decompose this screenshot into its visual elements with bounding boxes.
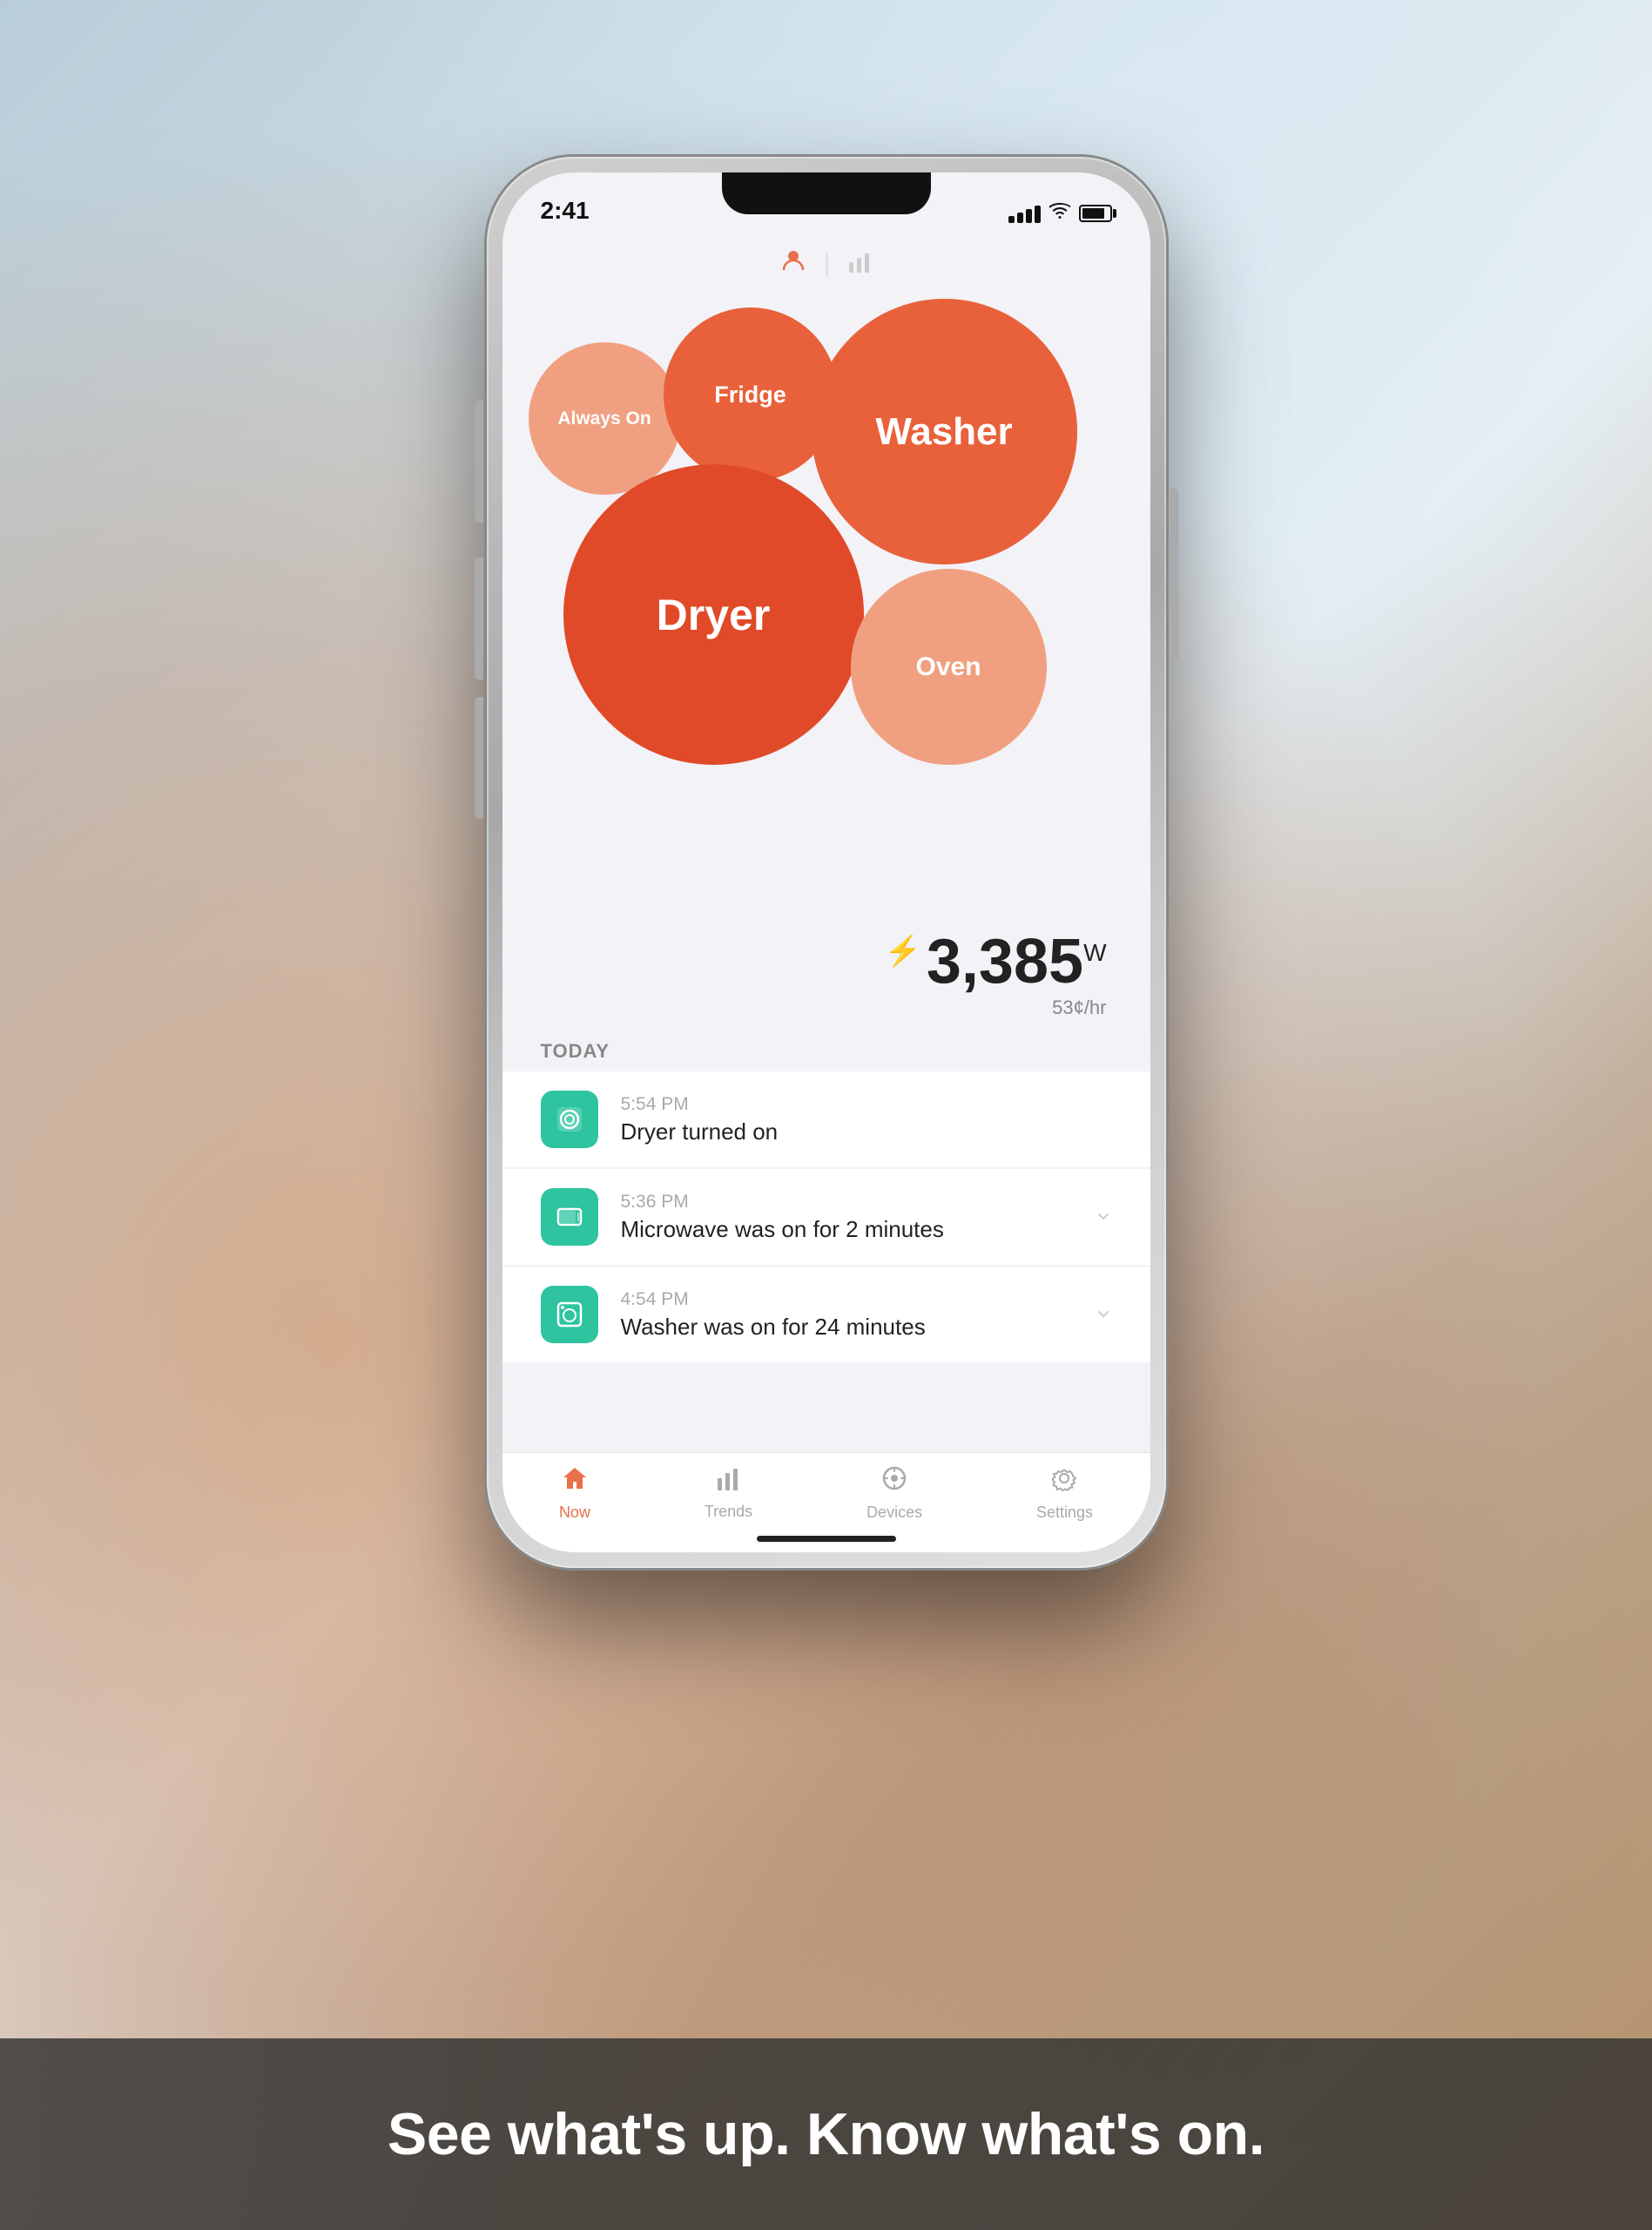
chevron-down-icon: [1095, 1203, 1112, 1231]
tab-settings-label: Settings: [1036, 1504, 1093, 1522]
phone-screen: 2:41: [502, 172, 1150, 1552]
power-number: 3,385W 53¢/hr: [927, 930, 1107, 1019]
event-time: 5:54 PM: [621, 1094, 1112, 1115]
battery-icon: [1079, 205, 1112, 222]
status-time: 2:41: [541, 197, 590, 225]
tab-trends-label: Trends: [705, 1503, 752, 1521]
settings-icon: [1051, 1465, 1077, 1498]
washer-bubble[interactable]: Washer: [812, 299, 1077, 564]
event-time: 4:54 PM: [621, 1289, 1072, 1310]
activity-content: 5:36 PM Microwave was on for 2 minutes: [621, 1192, 1072, 1243]
bottom-banner: See what's up. Know what's on.: [0, 2038, 1652, 2230]
always-on-bubble[interactable]: Always On: [529, 342, 681, 495]
tab-settings[interactable]: Settings: [1036, 1465, 1093, 1522]
status-icons: [1008, 202, 1112, 225]
activity-item[interactable]: 5:54 PM Dryer turned on: [502, 1071, 1150, 1167]
dryer-bubble[interactable]: Dryer: [563, 464, 864, 765]
event-time: 5:36 PM: [621, 1192, 1072, 1213]
power-cost-value: 53¢/hr: [927, 997, 1107, 1019]
power-reading: ⚡ 3,385W 53¢/hr: [885, 922, 1107, 1028]
app-header: |: [502, 233, 1150, 294]
devices-icon: [881, 1465, 907, 1498]
microwave-event-icon: [541, 1188, 598, 1246]
event-desc: Washer was on for 24 minutes: [621, 1314, 1072, 1341]
signal-icon: [1008, 204, 1041, 223]
tab-devices-label: Devices: [866, 1504, 922, 1522]
event-desc: Dryer turned on: [621, 1118, 1112, 1145]
header-divider: |: [824, 249, 831, 279]
phone-device: 2:41: [487, 157, 1166, 1568]
dryer-event-icon: [541, 1091, 598, 1148]
tab-now-label: Now: [559, 1504, 590, 1522]
chart-bars-icon: [847, 252, 872, 277]
tab-trends[interactable]: Trends: [705, 1465, 752, 1521]
tagline-text: See what's up. Know what's on.: [388, 2100, 1264, 2168]
home-icon: [561, 1465, 589, 1498]
chevron-down-icon: [1095, 1301, 1112, 1328]
power-watts-value: 3,385W: [927, 930, 1107, 993]
tab-devices[interactable]: Devices: [866, 1465, 922, 1522]
wifi-icon: [1049, 202, 1070, 225]
oven-bubble[interactable]: Oven: [851, 569, 1047, 765]
washer-event-icon: [541, 1286, 598, 1343]
activity-content: 4:54 PM Washer was on for 24 minutes: [621, 1289, 1072, 1341]
today-label: TODAY: [502, 1026, 1150, 1071]
activity-item[interactable]: 4:54 PM Washer was on for 24 minutes: [502, 1267, 1150, 1362]
activity-section: TODAY 5:54 PM Dryer turned on: [502, 1026, 1150, 1452]
person-icon: [780, 247, 806, 280]
phone-notch: [722, 172, 931, 214]
fridge-bubble[interactable]: Fridge: [664, 307, 838, 482]
power-bolt-icon: ⚡: [885, 934, 921, 969]
home-indicator: [757, 1536, 896, 1542]
activity-item[interactable]: 5:36 PM Microwave was on for 2 minutes: [502, 1169, 1150, 1265]
bubble-chart: Always On Fridge Washer Dryer Oven: [502, 294, 1150, 939]
trends-icon: [716, 1465, 742, 1497]
tab-now[interactable]: Now: [559, 1465, 590, 1522]
activity-content: 5:54 PM Dryer turned on: [621, 1094, 1112, 1145]
event-desc: Microwave was on for 2 minutes: [621, 1216, 1072, 1243]
